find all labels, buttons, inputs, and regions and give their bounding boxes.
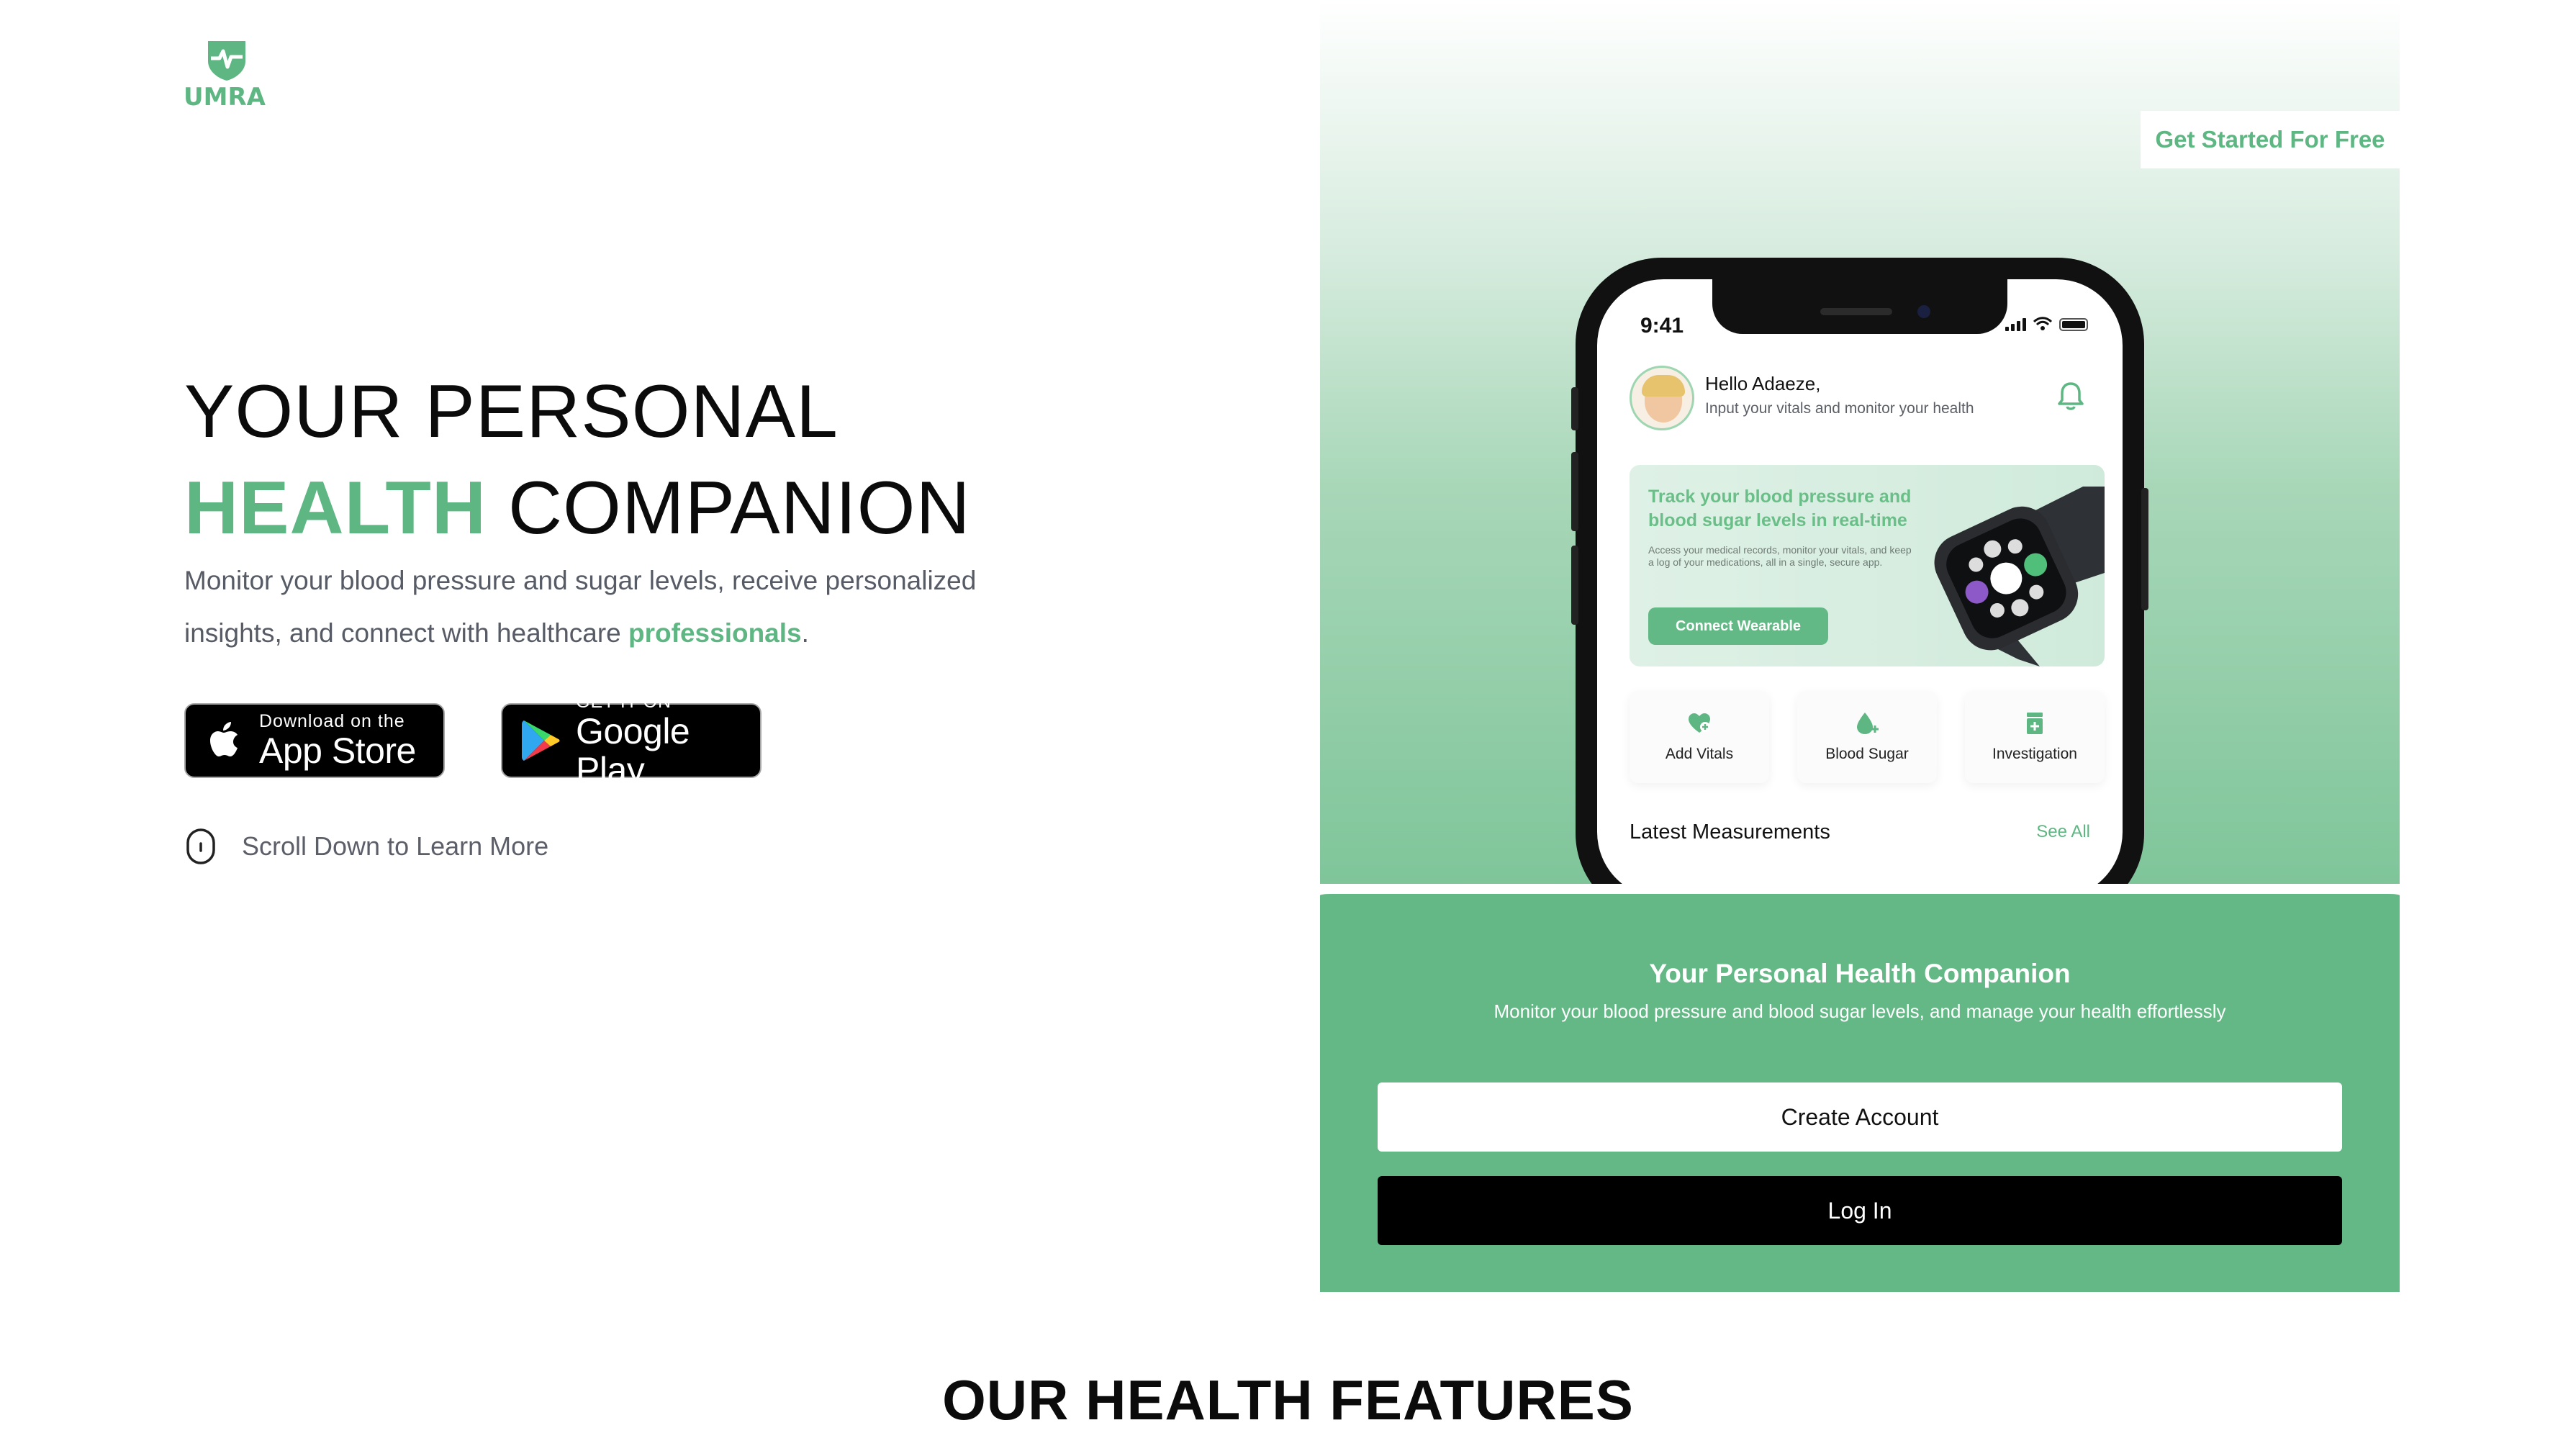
hero-description: Monitor your blood pressure and sugar le… [184, 554, 1012, 659]
wifi-icon [2033, 317, 2052, 330]
add-vitals-tile[interactable]: Add Vitals [1630, 691, 1769, 783]
create-account-button[interactable]: Create Account [1378, 1082, 2342, 1152]
wearable-card-description: Access your medical records, monitor you… [1648, 544, 1912, 568]
signal-icon [2005, 318, 2026, 331]
signup-title: Your Personal Health Companion [1649, 959, 2071, 988]
phone-camera [1917, 305, 1930, 318]
phone-side-button [1571, 452, 1578, 531]
google-play-icon [522, 720, 560, 761]
app-preview-panel: Get Started For Free 9:41 Hello Adaeze, … [1320, 0, 2400, 1292]
phone-showcase: Get Started For Free 9:41 Hello Adaeze, … [1320, 0, 2400, 884]
wearable-card-title: Track your blood pressure and blood suga… [1648, 487, 1912, 530]
heart-plus-icon [1689, 713, 1710, 733]
connect-wearable-button[interactable]: Connect Wearable [1648, 607, 1828, 645]
hero-description-main: Monitor your blood pressure and sugar le… [184, 566, 977, 648]
google-play-button[interactable]: GET IT ON Google Play [501, 692, 761, 790]
google-play-small-text: GET IT ON [576, 692, 672, 712]
tile-label: Blood Sugar [1825, 746, 1909, 762]
app-store-big-text: App Store [259, 731, 416, 771]
phone-speaker [1820, 308, 1892, 315]
battery-icon [2059, 318, 2088, 331]
phone-side-button [1571, 546, 1578, 625]
blood-sugar-tile[interactable]: Blood Sugar [1797, 691, 1937, 783]
brand-name: UMRA [184, 83, 266, 112]
features-section-title: OUR HEALTH FEATURES [942, 1368, 1634, 1432]
hero-title-accent: HEALTH [184, 466, 487, 550]
hero-title: YOUR PERSONAL HEALTH COMPANION [184, 363, 971, 556]
app-store-button[interactable]: Download on the App Store [184, 703, 445, 778]
phone-notch [1712, 279, 2007, 334]
hero-description-accent: professionals [628, 618, 802, 648]
phone-side-button [1571, 387, 1578, 430]
shield-heartbeat-icon [208, 41, 245, 81]
get-started-button[interactable]: Get Started For Free [2141, 111, 2400, 168]
apple-icon [210, 722, 238, 756]
wearable-card: Track your blood pressure and blood suga… [1630, 465, 2105, 666]
signup-subtitle: Monitor your blood pressure and blood su… [1493, 1000, 2226, 1022]
hero-description-end: . [801, 618, 809, 648]
greeting-name: Hello Adaeze, [1705, 373, 1821, 394]
tile-label: Investigation [1992, 746, 2077, 762]
status-time: 9:41 [1640, 314, 1684, 338]
greeting-subtitle: Input your vitals and monitor your healt… [1705, 400, 1974, 417]
google-play-big-text: Google Play [576, 711, 690, 790]
app-store-small-text: Download on the [259, 711, 405, 731]
phone-mockup: 9:41 Hello Adaeze, Input your vitals and… [1571, 258, 2148, 884]
scroll-down-label: Scroll Down to Learn More [242, 831, 549, 861]
scroll-down-link[interactable]: Scroll Down to Learn More [184, 828, 548, 865]
latest-measurements-title: Latest Measurements [1630, 821, 1830, 844]
phone-screen: 9:41 Hello Adaeze, Input your vitals and… [1597, 279, 2123, 884]
tile-label: Add Vitals [1665, 746, 1734, 762]
investigation-tile[interactable]: Investigation [1965, 691, 2105, 783]
brand-logo[interactable]: UMRA [184, 40, 270, 112]
drop-plus-icon [1857, 713, 1879, 734]
smartwatch-icon [1934, 487, 2105, 666]
hero-title-line1: YOUR PERSONAL [184, 370, 839, 453]
log-in-button[interactable]: Log In [1378, 1176, 2342, 1245]
quick-actions: Add Vitals Blood Sugar Investigation [1630, 691, 2105, 783]
user-avatar[interactable] [1630, 366, 1694, 430]
status-icons [2005, 317, 2088, 331]
see-all-link[interactable]: See All [2036, 822, 2090, 842]
med-bottle-icon [2027, 713, 2043, 734]
bell-icon[interactable] [2056, 380, 2085, 412]
hero-title-rest: COMPANION [507, 466, 971, 550]
signup-card: Your Personal Health Companion Monitor y… [1320, 884, 2400, 1292]
mouse-scroll-icon [186, 828, 215, 864]
phone-side-button [2141, 488, 2148, 610]
